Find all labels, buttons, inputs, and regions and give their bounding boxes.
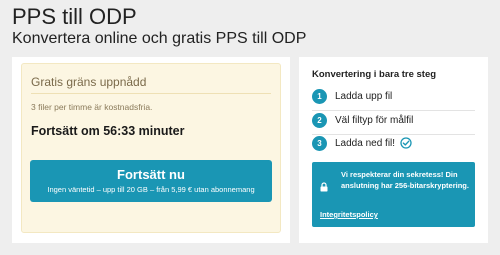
privacy-notice: Vi respekterar din sekretess! Din anslut… (312, 162, 475, 227)
step-divider (312, 110, 475, 111)
step-number-badge: 3 (312, 135, 327, 151)
step-download: 3 Ladda ned fil! (312, 135, 412, 151)
limit-title: Gratis gräns uppnådd (31, 75, 147, 89)
check-circle-icon (400, 137, 412, 149)
lock-icon (320, 179, 328, 192)
privacy-text: Vi respekterar din sekretess! Din anslut… (341, 170, 469, 190)
step-number-badge: 2 (312, 112, 327, 128)
steps-panel: Konvertering i bara tre steg 1 Ladda upp… (299, 57, 488, 243)
limit-divider (31, 93, 271, 94)
page-subtitle: Konvertera online och gratis PPS till OD… (12, 30, 307, 47)
limit-wait-text: Fortsätt om 56:33 minuter (31, 124, 185, 138)
continue-button-label: Fortsätt nu (117, 167, 185, 182)
step-upload: 1 Ladda upp fil (312, 88, 392, 104)
continue-now-button[interactable]: Fortsätt nu Ingen väntetid – upp till 20… (30, 160, 272, 202)
step-number-badge: 1 (312, 88, 327, 104)
limit-notice: Gratis gräns uppnådd 3 filer per timme ä… (21, 63, 281, 233)
step-select-type: 2 Väl filtyp för målfil (312, 112, 413, 128)
step-label: Väl filtyp för målfil (335, 114, 414, 126)
page-title: PPS till ODP (12, 4, 137, 29)
privacy-policy-link[interactable]: Integritetspolicy (320, 210, 378, 219)
continue-button-description: Ingen väntetid – upp till 20 GB – från 5… (47, 185, 255, 194)
steps-title: Konvertering i bara tre steg (312, 69, 437, 80)
step-label: Ladda upp fil (335, 90, 393, 102)
limit-rate-text: 3 filer per timme är kostnadsfria. (31, 102, 153, 112)
step-label: Ladda ned fil! (335, 137, 396, 149)
limit-panel: Gratis gräns uppnådd 3 filer per timme ä… (12, 57, 290, 243)
